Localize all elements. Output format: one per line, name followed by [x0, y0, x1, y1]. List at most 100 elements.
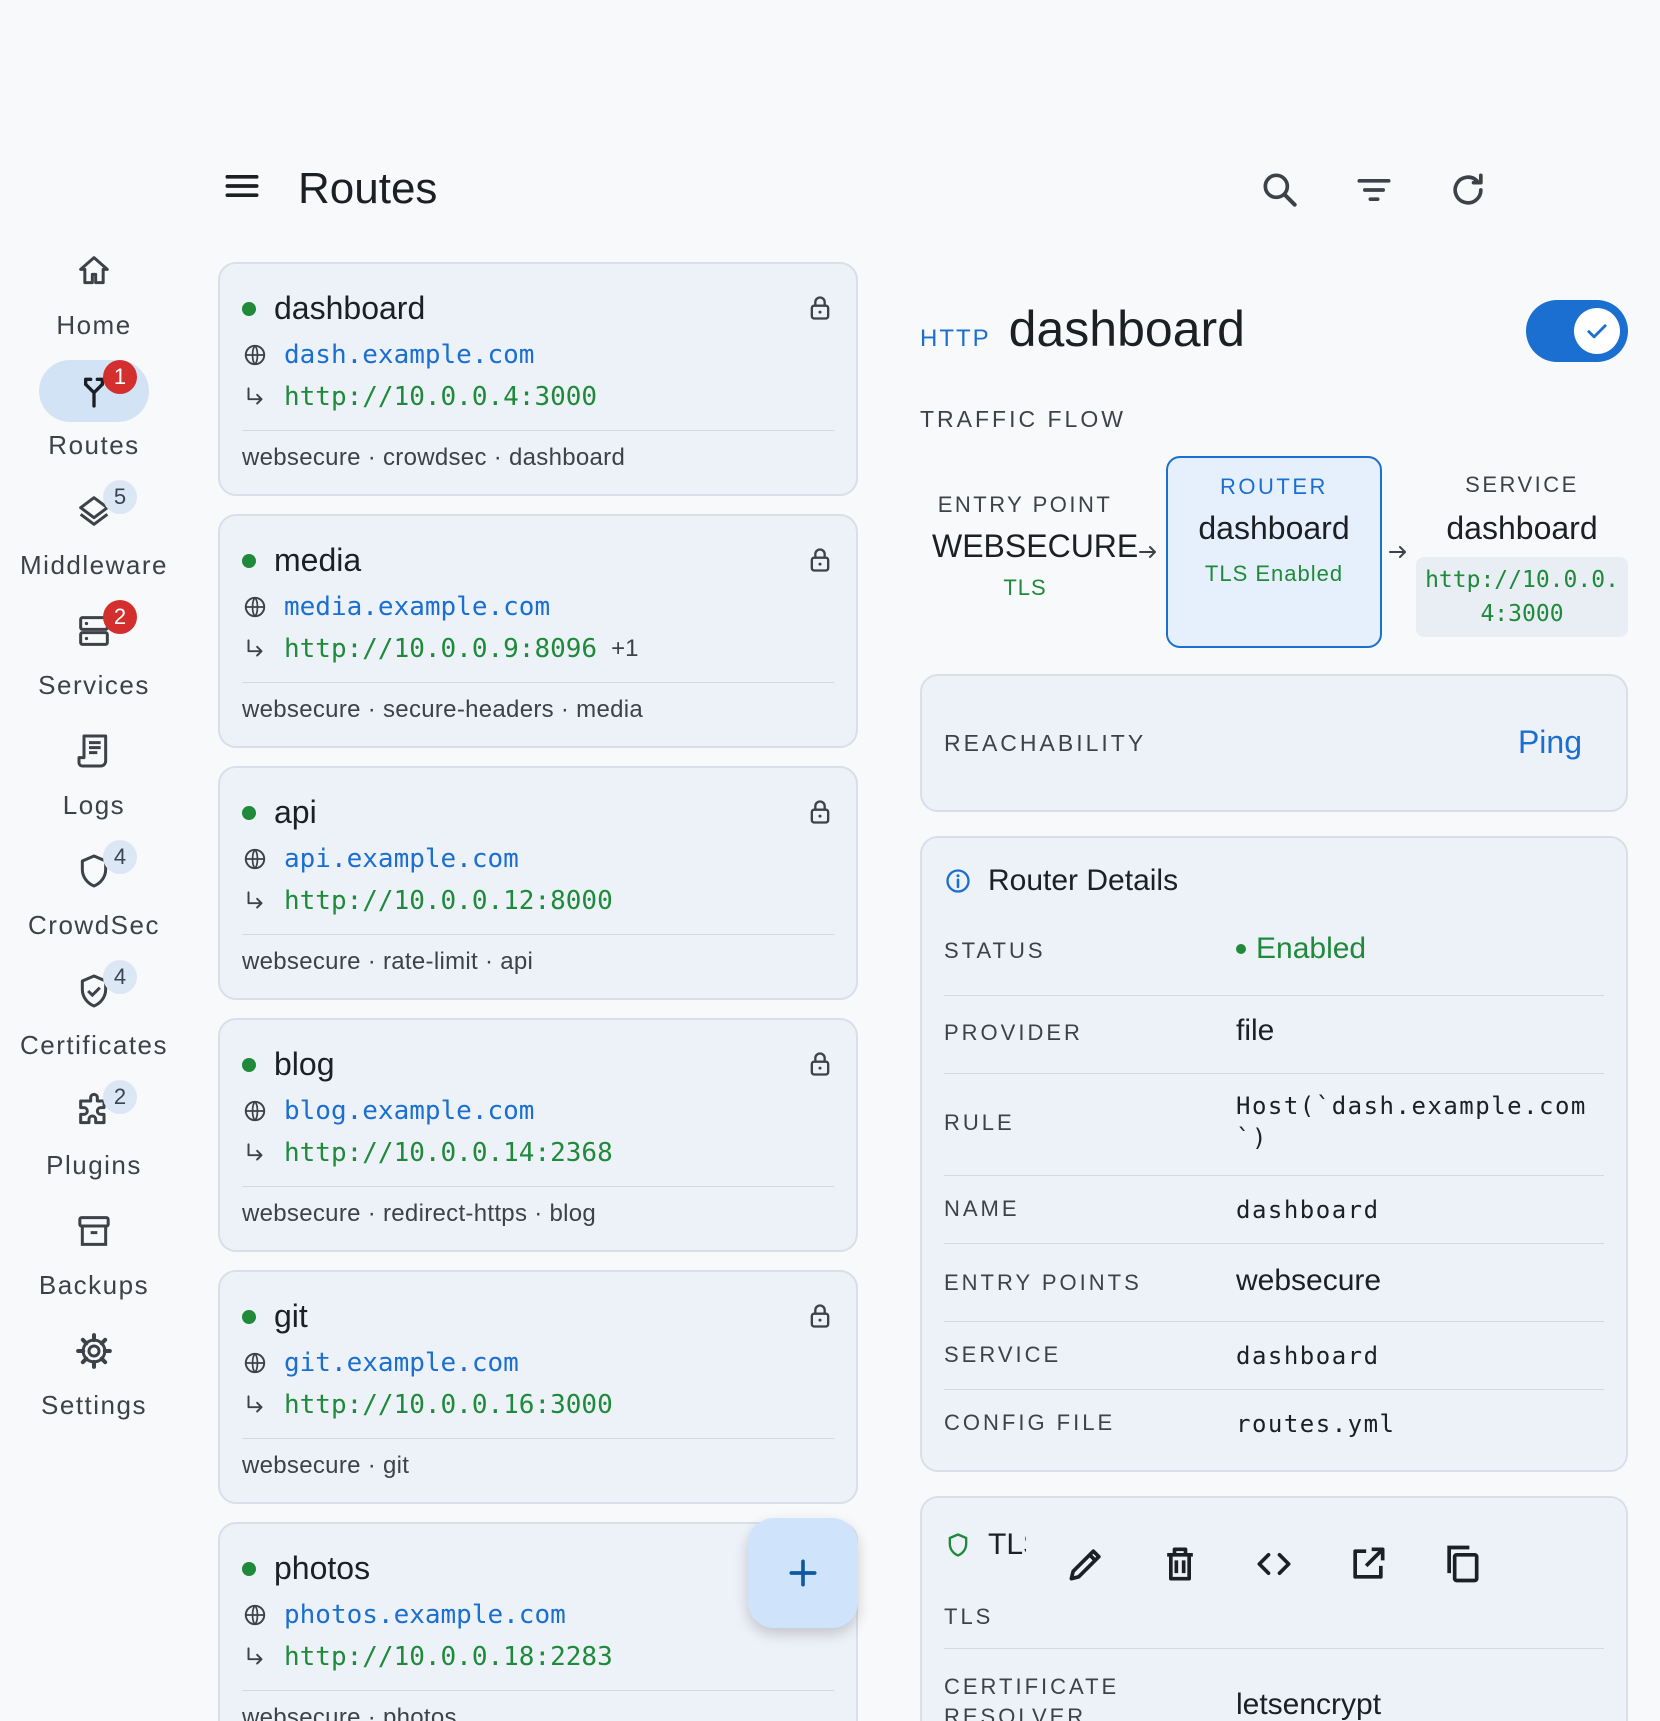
info-icon: [946, 869, 970, 893]
nav-item-certificates[interactable]: 4 Certificates: [0, 960, 188, 1082]
detail-row-service: SERVICE dashboard: [944, 1322, 1604, 1390]
detail-key: PROVIDER: [944, 1020, 1083, 1045]
route-card[interactable]: blog blog.example.com http://10.0.0.14:2…: [218, 1018, 858, 1252]
route-host: media.example.com: [284, 592, 551, 622]
detail-value: dashboard: [1236, 1342, 1380, 1370]
detail-row-provider: PROVIDER file: [944, 996, 1604, 1074]
nav-label: Backups: [38, 1270, 150, 1300]
ping-button[interactable]: Ping: [1518, 724, 1582, 761]
trash-icon: [1167, 1547, 1193, 1581]
divider: [242, 682, 834, 683]
service-url: http://10.0.0.4:3000: [1416, 557, 1628, 637]
router-details-card: Router Details STATUS Enabled PROVIDER f…: [920, 836, 1628, 1472]
status-dot: [242, 553, 256, 568]
open-external-button[interactable]: [1346, 1542, 1390, 1586]
detail-row-name: NAME dashboard: [944, 1176, 1604, 1244]
detail-title: dashboard: [1008, 301, 1245, 357]
route-chain: websecure · photos: [242, 1704, 457, 1721]
nav-label: Settings: [41, 1390, 147, 1420]
filter-button[interactable]: [1352, 168, 1396, 212]
nav-label: CrowdSec: [28, 910, 160, 940]
nav-label: Services: [38, 670, 150, 700]
detail-value: dashboard: [1236, 1196, 1380, 1224]
refresh-button[interactable]: [1446, 168, 1490, 212]
detail-row-entry-points: ENTRY POINTS websecure: [944, 1244, 1604, 1322]
nav-label: Middleware: [20, 550, 168, 580]
route-card[interactable]: git git.example.com http://10.0.0.16:300…: [218, 1270, 858, 1504]
nav-item-crowdsec[interactable]: 4 CrowdSec: [0, 840, 188, 962]
status-dot: [242, 1309, 256, 1324]
lock-icon: [810, 296, 830, 320]
flow-caption: ROUTER: [1220, 474, 1328, 499]
nav-label: Certificates: [19, 1030, 169, 1060]
subdirectory-arrow-icon: [247, 387, 263, 405]
gear-icon: [76, 1333, 112, 1369]
divider: [242, 1186, 834, 1187]
add-route-button[interactable]: [748, 1518, 858, 1628]
route-name: blog: [274, 1046, 335, 1082]
service-name: dashboard: [1446, 510, 1598, 546]
flow-service: SERVICE dashboard http://10.0.0.4:3000: [1416, 472, 1628, 637]
nav-badge: 1: [103, 360, 137, 394]
nav-item-settings[interactable]: Settings: [0, 1320, 188, 1442]
detail-value: letsencrypt: [1236, 1688, 1382, 1721]
status-dot: [242, 301, 256, 316]
nav-item-logs[interactable]: Logs: [0, 720, 188, 842]
status-dot: [1236, 944, 1246, 954]
search-button[interactable]: [1258, 168, 1302, 212]
plus-icon: [789, 1559, 817, 1587]
globe-icon: [244, 1352, 266, 1374]
nav-item-plugins[interactable]: 2 Plugins: [0, 1080, 188, 1202]
globe-icon: [244, 596, 266, 618]
refresh-icon: [1453, 173, 1483, 205]
flow-entry-point: ENTRY POINT WEBSECURE TLS: [932, 492, 1138, 601]
detail-value: file: [1236, 1014, 1275, 1047]
copy-button[interactable]: [1440, 1542, 1484, 1586]
route-extra-count: +1: [611, 635, 639, 662]
detail-row-status: STATUS Enabled: [944, 920, 1604, 996]
route-card[interactable]: dashboard dash.example.com http://10.0.0…: [218, 262, 858, 496]
nav-label: Routes: [48, 430, 140, 460]
enabled-toggle[interactable]: [1526, 300, 1628, 362]
traffic-flow: ENTRY POINT WEBSECURE TLS ROUTER dashboa…: [920, 456, 1630, 656]
router-name: dashboard: [1198, 510, 1350, 546]
nav-label: Home: [56, 310, 132, 340]
delete-button[interactable]: [1158, 1542, 1202, 1586]
detail-row-config-file: CONFIG FILE routes.yml: [944, 1390, 1604, 1458]
page-title: Routes: [298, 164, 438, 213]
flow-router[interactable]: ROUTER dashboard TLS Enabled: [1166, 456, 1382, 648]
reachability-label: REACHABILITY: [944, 730, 1147, 756]
open-in-new-icon: [1353, 1547, 1385, 1579]
detail-value: Enabled: [1236, 932, 1604, 966]
tls-subtitle: TLS: [944, 1604, 994, 1629]
top-actions: [1258, 168, 1490, 212]
divider: [242, 934, 834, 935]
nav-item-routes[interactable]: 1 Routes: [0, 360, 188, 482]
copy-icon: [1447, 1545, 1479, 1583]
route-actions-toolbar: [1064, 1542, 1484, 1586]
divider: [242, 1690, 834, 1691]
nav-item-services[interactable]: 2 Services: [0, 600, 188, 722]
globe-icon: [244, 344, 266, 366]
route-host: git.example.com: [284, 1348, 519, 1378]
route-card[interactable]: media media.example.com http://10.0.0.9:…: [218, 514, 858, 748]
lock-icon: [810, 548, 830, 572]
nav-item-middleware[interactable]: 5 Middleware: [0, 480, 188, 602]
detail-key: STATUS: [944, 938, 1046, 963]
route-target: http://10.0.0.18:2283: [284, 1642, 613, 1672]
edit-button[interactable]: [1064, 1542, 1108, 1586]
reachability-card: REACHABILITY Ping: [920, 674, 1628, 812]
menu-icon: [225, 175, 259, 197]
route-card[interactable]: api api.example.com http://10.0.0.12:800…: [218, 766, 858, 1000]
tls-title: TLS: [988, 1528, 1026, 1561]
nav-badge: 2: [103, 600, 137, 634]
menu-button[interactable]: [220, 164, 264, 208]
search-icon: [1263, 173, 1297, 207]
arrow-right-icon: [1139, 546, 1156, 558]
route-name: api: [274, 794, 317, 830]
view-code-button[interactable]: [1252, 1542, 1296, 1586]
detail-key: CONFIG FILE: [944, 1410, 1116, 1435]
route-name: dashboard: [274, 290, 426, 326]
nav-item-home[interactable]: Home: [0, 240, 188, 362]
nav-item-backups[interactable]: Backups: [0, 1200, 188, 1322]
